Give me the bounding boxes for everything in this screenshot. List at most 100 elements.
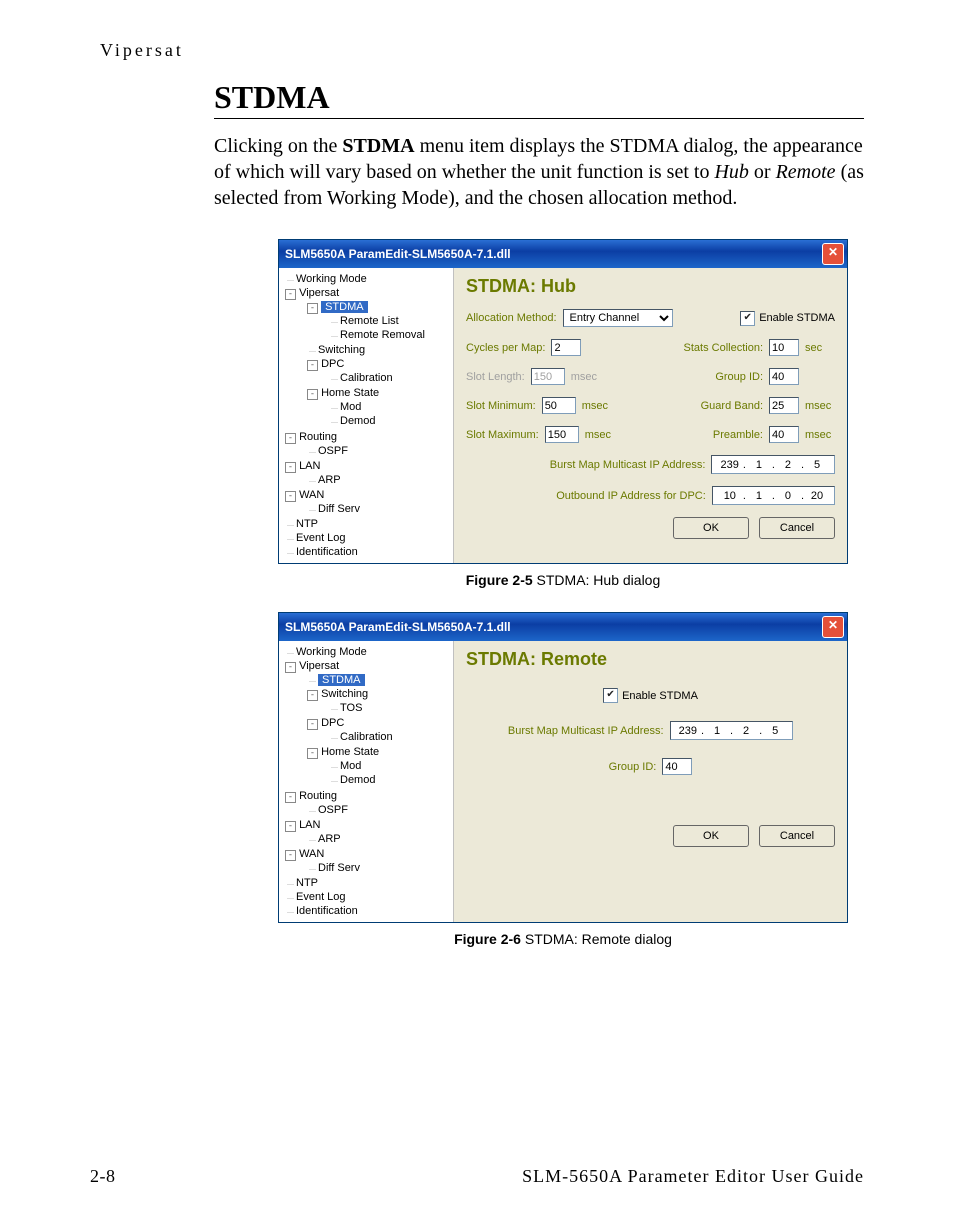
tree-item[interactable]: Routing bbox=[299, 790, 337, 802]
cycles-label: Cycles per Map: bbox=[466, 342, 545, 354]
tree-item[interactable]: Demod bbox=[340, 774, 375, 786]
tree-item[interactable]: TOS bbox=[340, 702, 362, 714]
figure-caption-1: Figure 2-5 STDMA: Hub dialog bbox=[278, 572, 848, 588]
guard-unit: msec bbox=[805, 400, 835, 412]
guard-band-input[interactable] bbox=[769, 397, 799, 414]
tree-item[interactable]: Remote Removal bbox=[340, 329, 425, 341]
dpc-ip-input[interactable]: 10. 1. 0. 20 bbox=[712, 486, 835, 505]
dialog-title: SLM5650A ParamEdit-SLM5650A-7.1.dll bbox=[285, 620, 511, 634]
tree-item[interactable]: NTP bbox=[296, 518, 318, 530]
tree-item-selected[interactable]: STDMA bbox=[318, 674, 365, 686]
cancel-button[interactable]: Cancel bbox=[759, 825, 835, 847]
page-number: 2-8 bbox=[90, 1166, 116, 1187]
expander-icon[interactable]: - bbox=[285, 792, 296, 803]
form-title: STDMA: Remote bbox=[466, 649, 835, 670]
tree-item[interactable]: DPC bbox=[321, 717, 344, 729]
expander-icon[interactable]: - bbox=[285, 821, 296, 832]
tree-item[interactable]: WAN bbox=[299, 848, 324, 860]
tree-item: Working Mode bbox=[296, 646, 367, 658]
expander-icon[interactable]: - bbox=[285, 289, 296, 300]
tree-item[interactable]: Mod bbox=[340, 760, 361, 772]
group-id-input[interactable] bbox=[662, 758, 692, 775]
expander-icon[interactable]: - bbox=[307, 719, 318, 730]
enable-stdma-checkbox[interactable]: ✔ bbox=[603, 688, 618, 703]
slotmin-unit: msec bbox=[582, 400, 608, 412]
tree-item[interactable]: NTP bbox=[296, 877, 318, 889]
tree-item[interactable]: Diff Serv bbox=[318, 862, 360, 874]
running-head: Vipersat bbox=[100, 40, 864, 61]
expander-icon[interactable]: - bbox=[307, 690, 318, 701]
expander-icon[interactable]: - bbox=[285, 491, 296, 502]
tree-pane[interactable]: —Working Mode - Vipersat - STDMA —Remote… bbox=[279, 268, 454, 563]
close-button[interactable]: ✕ bbox=[822, 243, 844, 265]
expander-icon[interactable]: - bbox=[307, 303, 318, 314]
tree-item[interactable]: Identification bbox=[296, 905, 358, 917]
tree-item[interactable]: Diff Serv bbox=[318, 503, 360, 515]
dialog-title: SLM5650A ParamEdit-SLM5650A-7.1.dll bbox=[285, 247, 511, 261]
stats-label: Stats Collection: bbox=[684, 342, 763, 354]
tree-item[interactable]: Event Log bbox=[296, 891, 346, 903]
slotlen-unit: msec bbox=[571, 371, 597, 383]
stats-collection-input[interactable] bbox=[769, 339, 799, 356]
tree-item[interactable]: Mod bbox=[340, 401, 361, 413]
expander-icon[interactable]: - bbox=[307, 748, 318, 759]
tree-item: Working Mode bbox=[296, 273, 367, 285]
tree-item[interactable]: ARP bbox=[318, 833, 341, 845]
close-button[interactable]: ✕ bbox=[822, 616, 844, 638]
tree-item[interactable]: LAN bbox=[299, 460, 320, 472]
allocation-method-dropdown[interactable]: Entry Channel bbox=[563, 309, 673, 327]
preamble-label: Preamble: bbox=[713, 429, 763, 441]
tree-item[interactable]: Routing bbox=[299, 431, 337, 443]
enable-stdma-checkbox[interactable]: ✔ bbox=[740, 311, 755, 326]
tree-item[interactable]: Identification bbox=[296, 546, 358, 558]
tree-item[interactable]: OSPF bbox=[318, 445, 348, 457]
expander-icon[interactable]: - bbox=[285, 662, 296, 673]
expander-icon[interactable]: - bbox=[307, 389, 318, 400]
tree-item[interactable]: OSPF bbox=[318, 804, 348, 816]
tree-item[interactable]: Calibration bbox=[340, 372, 393, 384]
groupid-label: Group ID: bbox=[715, 371, 763, 383]
tree-item[interactable]: Switching bbox=[321, 688, 368, 700]
burst-label: Burst Map Multicast IP Address: bbox=[550, 459, 706, 471]
slotmax-label: Slot Maximum: bbox=[466, 429, 539, 441]
tree-item[interactable]: Remote List bbox=[340, 315, 399, 327]
dialog-titlebar: SLM5650A ParamEdit-SLM5650A-7.1.dll ✕ bbox=[279, 613, 847, 641]
tree-item[interactable]: Calibration bbox=[340, 731, 393, 743]
tree-item[interactable]: Home State bbox=[321, 746, 379, 758]
enable-stdma-label: Enable STDMA bbox=[759, 312, 835, 324]
burst-ip-input[interactable]: 239. 1. 2. 5 bbox=[670, 721, 794, 740]
tree-item[interactable]: Home State bbox=[321, 387, 379, 399]
tree-item: Vipersat bbox=[299, 287, 339, 299]
form-title: STDMA: Hub bbox=[466, 276, 835, 297]
tree-item-selected[interactable]: STDMA bbox=[321, 301, 368, 313]
tree-item[interactable]: DPC bbox=[321, 358, 344, 370]
page-footer: 2-8 SLM-5650A Parameter Editor User Guid… bbox=[90, 1166, 864, 1187]
expander-icon[interactable]: - bbox=[285, 462, 296, 473]
figure-caption-2: Figure 2-6 STDMA: Remote dialog bbox=[278, 931, 848, 947]
cycles-per-map-input[interactable] bbox=[551, 339, 581, 356]
ok-button[interactable]: OK bbox=[673, 517, 749, 539]
tree-item[interactable]: Event Log bbox=[296, 532, 346, 544]
ok-button[interactable]: OK bbox=[673, 825, 749, 847]
expander-icon[interactable]: - bbox=[285, 433, 296, 444]
tree-item[interactable]: ARP bbox=[318, 474, 341, 486]
group-id-input[interactable] bbox=[769, 368, 799, 385]
dpc-label: Outbound IP Address for DPC: bbox=[556, 490, 706, 502]
tree-item: Vipersat bbox=[299, 660, 339, 672]
stdma-hub-dialog: SLM5650A ParamEdit-SLM5650A-7.1.dll ✕ —W… bbox=[278, 239, 848, 564]
tree-item[interactable]: WAN bbox=[299, 489, 324, 501]
slot-maximum-input[interactable] bbox=[545, 426, 579, 443]
tree-item[interactable]: Demod bbox=[340, 415, 375, 427]
expander-icon[interactable]: - bbox=[307, 360, 318, 371]
burst-ip-input[interactable]: 239. 1. 2. 5 bbox=[711, 455, 835, 474]
tree-item[interactable]: Switching bbox=[318, 344, 365, 356]
section-title: STDMA bbox=[214, 79, 864, 116]
cancel-button[interactable]: Cancel bbox=[759, 517, 835, 539]
slot-minimum-input[interactable] bbox=[542, 397, 576, 414]
tree-item[interactable]: LAN bbox=[299, 819, 320, 831]
preamble-input[interactable] bbox=[769, 426, 799, 443]
preamble-unit: msec bbox=[805, 429, 835, 441]
tree-pane[interactable]: —Working Mode - Vipersat —STDMA - Switch… bbox=[279, 641, 454, 922]
expander-icon[interactable]: - bbox=[285, 850, 296, 861]
slotmin-label: Slot Minimum: bbox=[466, 400, 536, 412]
